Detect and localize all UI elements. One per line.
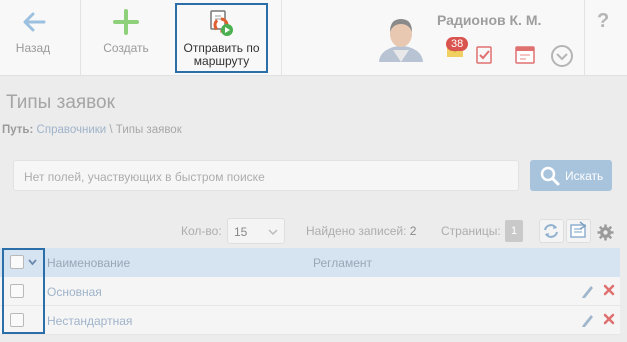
search-button-label: Искать <box>565 169 604 183</box>
pages-label: Страницы: <box>441 224 501 238</box>
toolbar-divider <box>80 0 81 76</box>
page-title: Типы заявок <box>6 92 115 113</box>
create-button[interactable]: Создать <box>94 0 158 76</box>
search-icon <box>540 166 560 186</box>
help-button[interactable]: ? <box>597 10 609 33</box>
toolbar-divider <box>584 0 585 76</box>
breadcrumb-link-references[interactable]: Справочники <box>37 124 107 136</box>
export-icon <box>570 221 587 238</box>
toolbar-divider <box>281 0 282 76</box>
breadcrumb-current: \ Типы заявок <box>106 124 182 136</box>
check-icon[interactable] <box>474 45 494 65</box>
plus-icon <box>113 9 139 35</box>
table-row[interactable]: Нестандартная <box>0 306 620 335</box>
row-name-link[interactable]: Основная <box>47 285 102 299</box>
route-document-icon <box>210 10 233 36</box>
found-value: 2 <box>409 224 417 238</box>
refresh-button[interactable] <box>539 219 564 243</box>
route-label-line2: маршруту <box>193 54 250 68</box>
pencil-icon[interactable] <box>580 283 594 299</box>
count-label: Кол-во: <box>181 224 222 238</box>
route-label: Отправить по маршруту <box>177 42 266 68</box>
chevron-down-icon <box>268 229 278 236</box>
count-select[interactable]: 15 <box>227 218 285 244</box>
gear-icon[interactable] <box>597 224 614 241</box>
search-button[interactable]: Искать <box>530 160 612 191</box>
create-label: Создать <box>103 41 149 55</box>
chevron-down-icon[interactable] <box>550 44 574 68</box>
back-label: Назад <box>15 41 51 55</box>
row-name-link[interactable]: Нестандартная <box>47 314 132 328</box>
column-header-reglament[interactable]: Регламент <box>313 256 372 270</box>
arrow-left-icon <box>23 12 46 32</box>
user-name[interactable]: Радионов К. М. <box>437 12 541 28</box>
breadcrumb: Путь: Справочники \ Типы заявок <box>2 124 182 136</box>
table-header: Наименование Регламент <box>0 248 620 277</box>
column-header-name[interactable]: Наименование <box>47 256 130 270</box>
page-number[interactable]: 1 <box>505 220 523 242</box>
found-label: Найдено записей: <box>306 224 407 238</box>
close-icon[interactable] <box>603 284 615 296</box>
refresh-icon <box>544 224 558 238</box>
route-label-line1: Отправить по <box>183 41 260 55</box>
export-button[interactable] <box>566 219 591 243</box>
search-input[interactable]: Нет полей, участвующих в быстром поиске <box>13 160 519 191</box>
found-records: Найдено записей: 2 <box>306 224 416 238</box>
checkbox-column-highlight <box>2 248 45 334</box>
mail-count-badge: 38 <box>446 37 469 51</box>
calendar-icon[interactable] <box>514 45 536 65</box>
send-by-route-button[interactable]: Отправить по маршруту <box>175 3 268 73</box>
avatar[interactable] <box>378 12 424 62</box>
close-icon[interactable] <box>603 313 615 325</box>
pencil-icon[interactable] <box>580 312 594 328</box>
breadcrumb-prefix: Путь: <box>2 124 34 136</box>
back-button[interactable]: Назад <box>0 0 66 76</box>
toolbar: Назад Создать Отправить по маршруту Ради… <box>0 0 627 76</box>
table-row[interactable]: Основная <box>0 277 620 306</box>
count-value: 15 <box>234 225 248 239</box>
